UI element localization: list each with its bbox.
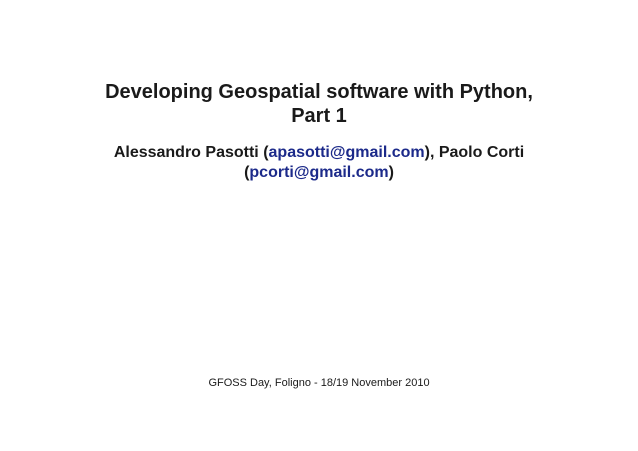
title-line-1: Developing Geospatial software with Pyth…: [105, 81, 533, 103]
author1-email-link[interactable]: apasotti@gmail.com: [269, 144, 425, 161]
title-line-2: Part 1: [291, 105, 347, 127]
slide-footer: GFOSS Day, Foligno - 18/19 November 2010: [208, 377, 430, 389]
author1-name: Alessandro Pasotti: [113, 144, 259, 161]
slide-title: Developing Geospatial software with Pyth…: [0, 80, 638, 128]
authors-line-2: (pcorti@gmail.com): [244, 164, 394, 181]
author2-email-link[interactable]: pcorti@gmail.com: [249, 164, 388, 181]
author2-name: Paolo Corti: [438, 144, 525, 161]
authors-block: Alessandro Pasotti (apasotti@gmail.com),…: [0, 143, 638, 183]
authors-line-1: Alessandro Pasotti (apasotti@gmail.com),…: [113, 144, 525, 161]
slide: Developing Geospatial software with Pyth…: [0, 0, 638, 451]
